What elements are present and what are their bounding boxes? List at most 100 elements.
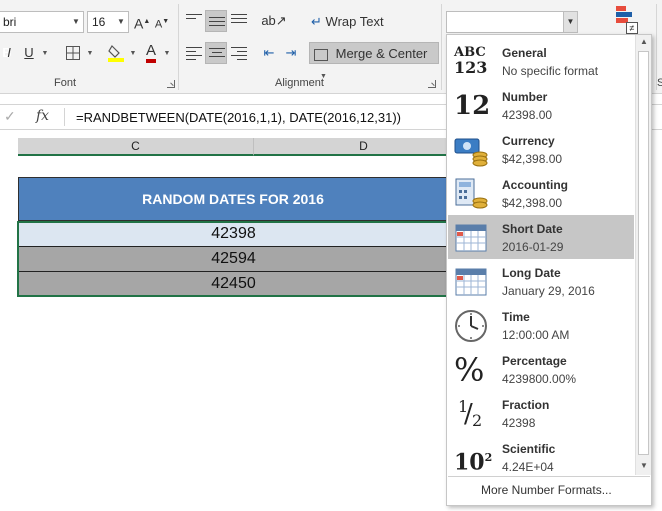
paint-bucket-icon (108, 45, 124, 62)
merge-center-label: Merge & Center (335, 46, 428, 61)
fill-color-dropdown[interactable]: ▼ (127, 42, 137, 64)
more-number-formats-link[interactable]: More Number Formats... (481, 483, 612, 497)
chevron-down-icon: ▼ (163, 49, 171, 57)
menu-item-sample: 2016-01-29 (502, 240, 564, 254)
chevron-down-icon[interactable]: ▼ (114, 12, 128, 32)
column-header-c[interactable]: C (18, 138, 254, 156)
menu-item-time[interactable]: Time 12:00:00 AM (448, 303, 634, 347)
chevron-down-icon[interactable]: ▼ (69, 12, 83, 32)
scroll-down-icon[interactable]: ▼ (639, 461, 649, 471)
font-dialog-launcher-icon[interactable] (167, 80, 175, 88)
divider (64, 108, 65, 126)
align-middle-icon (209, 17, 225, 29)
alignment-group-label: Alignment (275, 77, 324, 89)
menu-divider (448, 476, 650, 477)
alignment-dialog-launcher-icon[interactable] (428, 80, 436, 88)
align-center-icon (209, 48, 225, 60)
align-top-icon[interactable] (186, 14, 202, 22)
title-cell[interactable]: RANDOM DATES FOR 2016 (18, 177, 448, 221)
align-center-button[interactable] (205, 42, 227, 64)
align-bottom-icon[interactable] (231, 14, 247, 26)
menu-item-general[interactable]: ABC 123 General No specific format (448, 39, 634, 83)
chevron-down-icon: ▼ (86, 49, 94, 57)
formula-input[interactable]: =RANDBETWEEN(DATE(2016,1,1), DATE(2016,1… (76, 110, 401, 125)
merge-center-icon (314, 48, 328, 61)
table-row[interactable]: 42594 (18, 247, 448, 272)
align-left-icon[interactable] (186, 47, 202, 63)
menu-item-label: Scientific (502, 442, 556, 456)
menu-item-sample: No specific format (502, 64, 599, 78)
menu-item-percentage[interactable]: % Percentage 4239800.00% (448, 347, 634, 391)
font-color-icon: A (145, 43, 156, 63)
scientific-icon: 102 (454, 449, 493, 476)
currency-icon (454, 133, 488, 167)
wrap-text-label: Wrap Text (325, 14, 384, 29)
menu-item-long-date[interactable]: Long Date January 29, 2016 (448, 259, 634, 303)
menu-item-label: Number (502, 90, 548, 104)
menu-item-label: General (502, 46, 547, 60)
enter-check-icon[interactable]: ✓ (4, 108, 16, 125)
menu-item-label: Currency (502, 134, 555, 148)
chevron-down-icon: ▼ (41, 49, 49, 57)
font-color-dropdown[interactable]: ▼ (161, 42, 171, 64)
decrease-indent-icon: ⇤ (263, 45, 275, 60)
menu-item-sample: $42,398.00 (502, 196, 563, 210)
number-12-icon: 12 (454, 91, 491, 121)
underline-dropdown[interactable]: ▼ (38, 42, 50, 64)
column-header-d[interactable]: D (254, 138, 474, 156)
orientation-icon: ab↗ (261, 13, 287, 28)
font-size-combo[interactable]: 16 ▼ (87, 11, 129, 33)
scroll-thumb[interactable] (638, 51, 649, 455)
group-divider (178, 4, 179, 90)
menu-item-short-date[interactable]: Short Date 2016-01-29 (448, 215, 634, 259)
merge-center-button[interactable]: Merge & Center ▼ (309, 42, 439, 80)
font-name-combo[interactable]: bri ▼ (0, 11, 84, 33)
align-right-icon[interactable] (231, 47, 247, 63)
orientation-button[interactable]: ab↗ (260, 10, 288, 32)
number-format-combo[interactable]: ▼ (446, 11, 578, 33)
conditional-formatting-icon[interactable]: ≠ (612, 6, 638, 34)
excel-window: bri ▼ 16 ▼ A▲ A▼ B I U ▼ ▼ ▼ A ▼ Font ab… (0, 0, 662, 511)
borders-icon (66, 46, 80, 60)
font-size-value: 16 (92, 15, 106, 29)
italic-icon: I (7, 45, 11, 60)
menu-scrollbar[interactable]: ▲ ▼ (635, 35, 651, 475)
decrease-indent-button[interactable]: ⇤ (259, 42, 279, 64)
menu-item-sample: 12:00:00 AM (502, 328, 570, 342)
font-group-label: Font (54, 77, 77, 89)
borders-dropdown[interactable]: ▼ (84, 42, 94, 64)
table-row[interactable]: 42450 (18, 272, 448, 297)
font-color-button[interactable]: A (142, 40, 160, 63)
percent-icon: % (454, 351, 485, 389)
italic-button[interactable]: I (2, 42, 16, 64)
menu-item-accounting[interactable]: Accounting $42,398.00 (448, 171, 634, 215)
shrink-font-button[interactable]: A▼ (154, 11, 170, 33)
menu-item-label: Short Date (502, 222, 563, 236)
table-row[interactable]: 42398 (18, 222, 448, 247)
menu-item-scientific[interactable]: 102 Scientific 4.24E+04 (448, 435, 634, 479)
grow-font-button[interactable]: A▲ (134, 11, 150, 33)
borders-button[interactable] (64, 42, 82, 64)
align-middle-button[interactable] (205, 10, 227, 32)
underline-button[interactable]: U (22, 42, 36, 64)
chevron-down-icon[interactable]: ▼ (563, 12, 577, 32)
number-format-menu: ABC 123 General No specific format 12 Number… (446, 34, 652, 506)
calendar-icon (454, 221, 488, 255)
group-divider (441, 4, 442, 90)
font-name-value: bri (3, 15, 17, 29)
increase-indent-button[interactable]: ⇥ (281, 42, 301, 64)
menu-item-currency[interactable]: Currency $42,398.00 (448, 127, 634, 171)
menu-item-label: Accounting (502, 178, 568, 192)
menu-item-number[interactable]: 12 Number 42398.00 (448, 83, 634, 127)
fill-color-button[interactable] (106, 42, 126, 64)
menu-item-label: Long Date (502, 266, 561, 280)
menu-item-sample: $42,398.00 (502, 152, 563, 166)
insert-function-icon[interactable]: fx (36, 108, 49, 124)
wrap-text-button[interactable]: ↵ Wrap Text (311, 11, 391, 33)
scroll-up-icon[interactable]: ▲ (639, 37, 649, 47)
increase-indent-icon: ⇥ (285, 45, 297, 60)
chevron-down-icon: ▼ (129, 49, 137, 57)
abc-123-icon: ABC 123 (454, 45, 488, 77)
menu-item-sample: January 29, 2016 (502, 284, 595, 298)
menu-item-fraction[interactable]: 1 / 2 Fraction 42398 (448, 391, 634, 435)
